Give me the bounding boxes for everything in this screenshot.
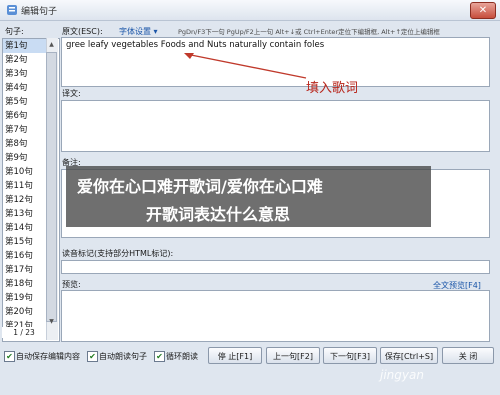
close-window-button[interactable]: ✕	[470, 2, 496, 19]
sentence-list-item[interactable]: 第10句	[3, 165, 51, 179]
overlay-title-line2: 开歌词表达什么意思	[146, 205, 291, 224]
save-button[interactable]: 保存[Ctrl+S]	[380, 347, 438, 364]
annotation-label: 填入歌词	[306, 81, 359, 96]
stop-button[interactable]: 停 止[F1]	[208, 347, 262, 364]
sentence-list-item[interactable]: 第3句	[3, 67, 51, 81]
sentence-list-item[interactable]: 第7句	[3, 123, 51, 137]
window-title: 编辑句子	[21, 7, 58, 17]
shortcut-hints: PgDn/F3下一句 PgUp/F2上一句 Alt+↓或 Ctrl+Enter定…	[178, 28, 440, 36]
sentence-list-item[interactable]: 第11句	[3, 179, 51, 193]
auto-read-checkbox[interactable]: ✔	[87, 351, 98, 362]
sentence-list-item[interactable]: 第17句	[3, 263, 51, 277]
auto-save-label: 自动保存编辑内容	[16, 352, 80, 361]
loop-read-checkbox[interactable]: ✔	[154, 351, 165, 362]
font-settings-label: 字体设置	[119, 27, 151, 36]
previous-sentence-button[interactable]: 上一句[F2]	[266, 347, 320, 364]
sentence-list-item[interactable]: 第20句	[3, 305, 51, 319]
loop-read-label: 循环朗读	[166, 352, 198, 361]
reading-mark-input[interactable]	[61, 260, 490, 274]
preview-panel	[61, 290, 490, 342]
sentence-list-item[interactable]: 第2句	[3, 53, 51, 67]
original-text-value: gree leafy vegetables Foods and Nuts nat…	[66, 40, 325, 50]
sentence-list-item[interactable]: 第9句	[3, 151, 51, 165]
scrollbar-thumb[interactable]	[46, 52, 57, 322]
sentence-list-item[interactable]: 第6句	[3, 109, 51, 123]
sentence-list-item[interactable]: 第15句	[3, 235, 51, 249]
sentence-list-item[interactable]: 第18句	[3, 277, 51, 291]
sentence-list-item[interactable]: 第19句	[3, 291, 51, 305]
annotation-arrow-icon	[184, 53, 307, 79]
original-text-label: 原文(ESC):	[62, 27, 103, 36]
preview-label: 预览:	[62, 280, 81, 289]
sentence-list-item[interactable]: 第5句	[3, 95, 51, 109]
overlay-title-line1: 爱你在心口难开歌词/爱你在心口难	[77, 177, 323, 196]
auto-read-label: 自动朗读句子	[99, 352, 147, 361]
sentence-list-item[interactable]: 第8句	[3, 137, 51, 151]
app-icon	[7, 5, 17, 15]
auto-save-checkbox[interactable]: ✔	[4, 351, 15, 362]
translation-label: 译文:	[62, 89, 81, 98]
sentence-list-item[interactable]: 第12句	[3, 193, 51, 207]
sentence-list-item[interactable]: 第16句	[3, 249, 51, 263]
translation-input[interactable]	[61, 100, 490, 152]
watermark-text: jingyan	[380, 368, 424, 382]
sentence-list-item[interactable]: 第14句	[3, 221, 51, 235]
scroll-up-arrow-icon[interactable]: ▲	[46, 39, 57, 51]
font-settings-link[interactable]: 字体设置 ▾	[119, 26, 158, 37]
title-bar	[0, 0, 500, 21]
sentence-page-counter: 1 / 23	[2, 327, 46, 338]
sentence-list-item[interactable]: 第13句	[3, 207, 51, 221]
next-sentence-button[interactable]: 下一句[F3]	[323, 347, 377, 364]
scroll-down-arrow-icon[interactable]: ▼	[46, 316, 57, 328]
sentence-list-label: 句子:	[5, 27, 24, 36]
close-button[interactable]: 关 闭	[442, 347, 494, 364]
sentence-list-item[interactable]: 第4句	[3, 81, 51, 95]
sentence-list-item[interactable]: 第1句	[3, 39, 51, 53]
reading-mark-label: 读音标记(支持部分HTML标记):	[62, 249, 174, 258]
